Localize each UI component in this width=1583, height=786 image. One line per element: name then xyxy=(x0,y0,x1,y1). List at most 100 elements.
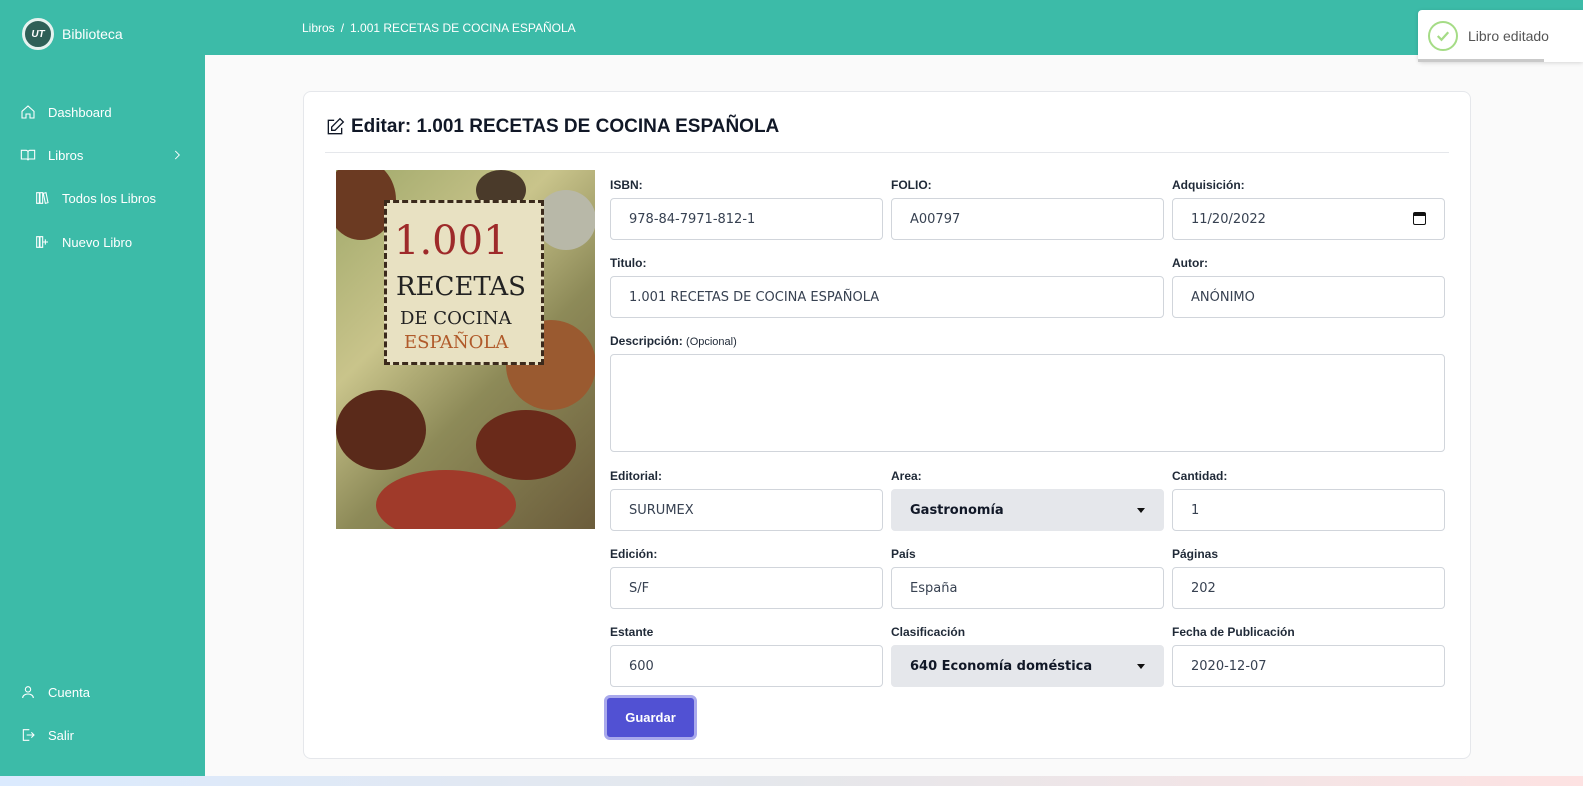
fecha-publicacion-input[interactable]: 2020-12-07 xyxy=(1172,645,1445,687)
area-label: Area: xyxy=(891,469,922,483)
cover-title-line: DE COCINA xyxy=(400,308,512,329)
cantidad-input[interactable]: 1 xyxy=(1172,489,1445,531)
cover-title-line: ESPAÑOLA xyxy=(404,332,509,353)
edit-icon xyxy=(327,117,345,135)
cover-decoration xyxy=(336,390,426,470)
clasificacion-select[interactable]: 640 Economía doméstica xyxy=(891,645,1164,687)
edicion-input[interactable]: S/F xyxy=(610,567,883,609)
user-icon xyxy=(22,686,34,699)
optional-hint: (Opcional) xyxy=(686,336,737,348)
breadcrumb: Libros / 1.001 RECETAS DE COCINA ESPAÑOL… xyxy=(302,21,576,35)
clasificacion-field: Clasificación 640 Economía doméstica xyxy=(891,625,1164,687)
home-icon xyxy=(21,105,35,119)
calendar-icon[interactable] xyxy=(1413,212,1426,225)
breadcrumb-root[interactable]: Libros xyxy=(302,21,335,35)
fecha-publicacion-field: Fecha de Publicación 2020-12-07 xyxy=(1172,625,1445,687)
logo: UT xyxy=(22,18,54,50)
fecha-publicacion-label: Fecha de Publicación xyxy=(1172,625,1295,639)
autor-label: Autor: xyxy=(1172,256,1208,270)
sidebar-item-label: Nuevo Libro xyxy=(62,234,133,250)
sidebar-item-nuevo-libro[interactable]: Nuevo Libro xyxy=(34,234,204,250)
area-select[interactable]: Gastronomía xyxy=(891,489,1164,531)
autor-input[interactable]: ANÓNIMO xyxy=(1172,276,1445,318)
sidebar-item-label: Libros xyxy=(48,147,84,163)
cover-decoration xyxy=(376,470,516,529)
toast-message: Libro editado xyxy=(1468,28,1549,44)
brand-name: Biblioteca xyxy=(62,26,123,42)
sidebar-item-libros[interactable]: Libros xyxy=(20,147,190,163)
edicion-label: Edición: xyxy=(610,547,658,561)
divider xyxy=(325,152,1449,153)
sidebar-item-label: Salir xyxy=(48,727,75,743)
sidebar-item-label: Todos los Libros xyxy=(62,190,156,206)
editorial-label: Editorial: xyxy=(610,469,663,483)
adquisicion-value: 11/20/2022 xyxy=(1191,211,1266,227)
folio-label: FOLIO: xyxy=(891,178,932,192)
sidebar-item-cuenta[interactable]: Cuenta xyxy=(20,684,190,700)
chevron-right-icon xyxy=(174,150,180,160)
page-title-text: Editar: 1.001 RECETAS DE COCINA ESPAÑOLA xyxy=(351,116,780,137)
paginas-label: Páginas xyxy=(1172,547,1219,561)
breadcrumb-current: 1.001 RECETAS DE COCINA ESPAÑOLA xyxy=(350,21,576,35)
area-field: Area: Gastronomía xyxy=(891,469,1164,531)
isbn-label: ISBN: xyxy=(610,178,643,192)
sidebar-item-label: Cuenta xyxy=(48,684,90,700)
book-open-icon xyxy=(20,149,36,161)
page-title: Editar: 1.001 RECETAS DE COCINA ESPAÑOLA xyxy=(325,116,779,138)
area-selected-value: Gastronomía xyxy=(910,502,1004,518)
cover-decoration xyxy=(476,410,576,480)
sidebar-item-salir[interactable]: Salir xyxy=(20,727,190,743)
toast-progress xyxy=(1418,59,1544,62)
cantidad-field: Cantidad: 1 xyxy=(1172,469,1445,531)
sidebar-item-label: Dashboard xyxy=(48,104,112,120)
bottom-strip xyxy=(0,776,1583,786)
edicion-field: Edición: S/F xyxy=(610,547,883,609)
clasificacion-label: Clasificación xyxy=(891,625,966,639)
isbn-field: ISBN: 978-84-7971-812-1 xyxy=(610,178,883,240)
sidebar-item-todos-libros[interactable]: Todos los Libros xyxy=(34,190,204,206)
adquisicion-field: Adquisición: 11/20/2022 xyxy=(1172,178,1445,240)
cover-decoration xyxy=(536,190,595,250)
topbar: Libros / 1.001 RECETAS DE COCINA ESPAÑOL… xyxy=(205,0,1583,55)
titulo-label: Titulo: xyxy=(610,256,647,270)
pais-label: País xyxy=(891,547,916,561)
clasificacion-selected-value: 640 Economía doméstica xyxy=(910,658,1093,674)
pais-input[interactable]: España xyxy=(891,567,1164,609)
sidebar-item-dashboard[interactable]: Dashboard xyxy=(20,104,190,120)
folio-input[interactable]: A00797 xyxy=(891,198,1164,240)
autor-field: Autor: ANÓNIMO xyxy=(1172,256,1445,318)
isbn-input[interactable]: 978-84-7971-812-1 xyxy=(610,198,883,240)
folio-field: FOLIO: A00797 xyxy=(891,178,1164,240)
check-icon xyxy=(1428,21,1458,51)
save-button[interactable]: Guardar xyxy=(604,695,697,740)
descripcion-label: Descripción: (Opcional) xyxy=(610,334,1445,352)
cover-title-line: RECETAS xyxy=(396,272,526,302)
estante-label: Estante xyxy=(610,625,654,639)
editorial-input[interactable]: SURUMEX xyxy=(610,489,883,531)
paginas-field: Páginas 202 xyxy=(1172,547,1445,609)
paginas-input[interactable]: 202 xyxy=(1172,567,1445,609)
cover-title-number: 1.001 xyxy=(394,218,509,264)
sidebar: UT Biblioteca Dashboard Libros Todos los… xyxy=(0,0,205,786)
books-icon xyxy=(36,192,49,204)
brand[interactable]: UT Biblioteca xyxy=(22,18,123,50)
estante-field: Estante 600 xyxy=(610,625,883,687)
adquisicion-label: Adquisición: xyxy=(1172,178,1245,192)
logout-icon xyxy=(22,729,35,741)
caret-down-icon xyxy=(1137,508,1145,513)
pais-field: País España xyxy=(891,547,1164,609)
adquisicion-date-input[interactable]: 11/20/2022 xyxy=(1172,198,1445,240)
descripcion-field: Descripción: (Opcional) xyxy=(610,334,1445,452)
caret-down-icon xyxy=(1137,664,1145,669)
breadcrumb-separator: / xyxy=(340,21,345,35)
success-toast[interactable]: Libro editado xyxy=(1418,10,1583,62)
editorial-field: Editorial: SURUMEX xyxy=(610,469,883,531)
descripcion-label-text: Descripción: xyxy=(610,334,683,348)
titulo-input[interactable]: 1.001 RECETAS DE COCINA ESPAÑOLA xyxy=(610,276,1164,318)
titulo-field: Titulo: 1.001 RECETAS DE COCINA ESPAÑOLA xyxy=(610,256,1164,318)
estante-input[interactable]: 600 xyxy=(610,645,883,687)
cantidad-label: Cantidad: xyxy=(1172,469,1228,483)
book-cover-image: 1.001 RECETAS DE COCINA ESPAÑOLA xyxy=(336,170,595,529)
descripcion-textarea[interactable] xyxy=(610,354,1445,452)
book-add-icon xyxy=(36,236,48,248)
